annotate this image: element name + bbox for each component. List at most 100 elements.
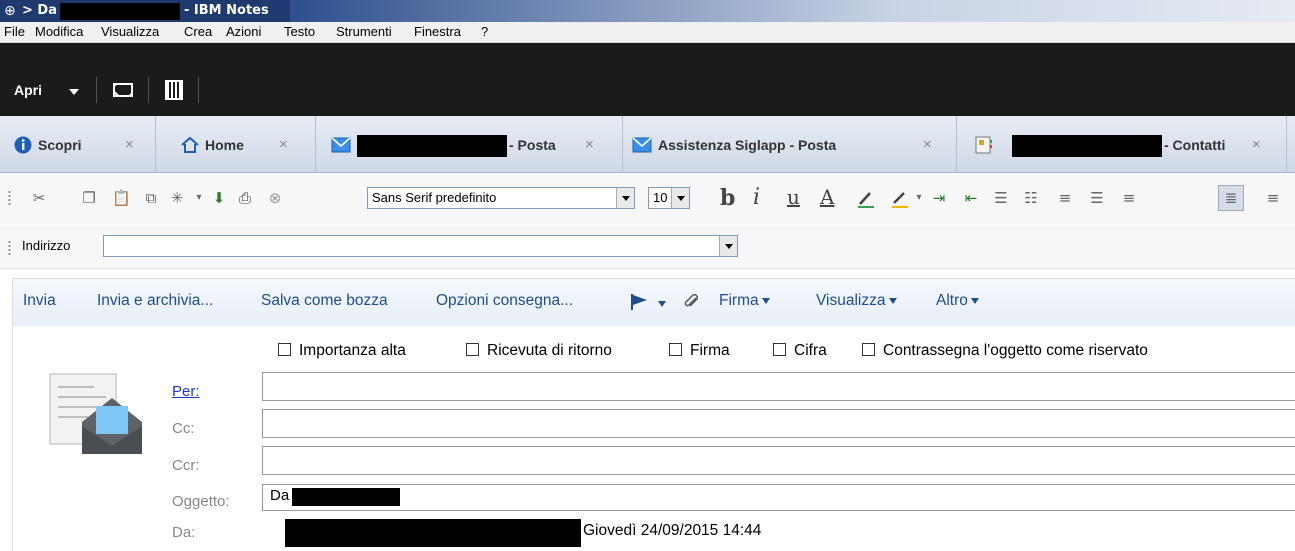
chevron-down-icon [761, 297, 770, 304]
tab-contatti[interactable]: - Contatti × [956, 116, 1287, 172]
tab-label: - Posta [509, 137, 556, 153]
chevron-down-icon[interactable] [616, 188, 634, 208]
menu-crea[interactable]: Crea [184, 24, 212, 40]
checkbox-icon[interactable] [669, 343, 682, 356]
send-archive-button[interactable]: Invia e archivia... [97, 292, 213, 310]
align-left-icon[interactable]: ≡ [1120, 189, 1138, 207]
highlight-icon[interactable] [890, 189, 910, 209]
high-importance-checkbox[interactable]: Importanza alta [278, 342, 406, 360]
subject-value: Da [270, 487, 290, 504]
subject-field-input[interactable] [262, 484, 1295, 511]
flag-icon[interactable] [630, 293, 650, 311]
tab-home[interactable]: Home × [155, 116, 316, 172]
align-right-icon[interactable]: ≡ [1264, 189, 1282, 207]
open-dropdown-arrow-icon[interactable] [69, 89, 79, 95]
action-bar: Apri [0, 43, 1295, 116]
menu-modifica[interactable]: Modifica [35, 24, 83, 40]
separator [96, 77, 97, 103]
chevron-down-icon[interactable] [671, 188, 689, 208]
to-field-label[interactable]: Per: [172, 383, 200, 400]
align-center-icon[interactable]: ≡ [1056, 189, 1074, 207]
bullet-list-icon[interactable]: ☰ [992, 189, 1010, 207]
delivery-options-button[interactable]: Opzioni consegna... [436, 292, 573, 310]
checkbox-icon[interactable] [278, 343, 291, 356]
redacted-block [60, 3, 180, 20]
chevron-down-icon[interactable] [719, 236, 737, 256]
save-download-icon[interactable]: ⬇ [210, 189, 228, 207]
checkbox-icon[interactable] [466, 343, 479, 356]
from-field-label: Da: [172, 524, 196, 541]
font-size-select[interactable]: 10 [648, 187, 690, 209]
menu-strumenti[interactable]: Strumenti [336, 24, 392, 40]
paste-special-icon[interactable]: ⧉ [142, 189, 160, 207]
numbered-list-icon[interactable]: ☷ [1022, 189, 1040, 207]
save-draft-button[interactable]: Salva come bozza [261, 292, 388, 310]
close-icon[interactable]: × [1252, 136, 1261, 153]
toolbar-grip[interactable] [8, 240, 11, 256]
sign-checkbox[interactable]: Firma [669, 342, 730, 360]
italic-button[interactable]: i [753, 185, 760, 210]
outdent-icon[interactable]: ⇤ [962, 189, 980, 207]
to-field-input[interactable] [262, 372, 1295, 401]
new-document-icon[interactable]: ✳ [168, 189, 186, 207]
new-dropdown-icon[interactable]: ▾ [190, 189, 208, 207]
font-family-select[interactable]: Sans Serif predefinito [367, 187, 635, 209]
checkbox-icon[interactable] [773, 343, 786, 356]
send-button[interactable]: Invia [23, 292, 56, 310]
menu-testo[interactable]: Testo [284, 24, 315, 40]
home-icon [181, 136, 199, 153]
paperclip-icon[interactable] [683, 293, 701, 311]
signature-menu[interactable]: Firma [719, 292, 770, 310]
cut-icon[interactable]: ✂ [30, 189, 48, 207]
tab-scopri[interactable]: Scopri × [0, 116, 156, 172]
view-menu[interactable]: Visualizza [816, 292, 897, 310]
tab-label: - Contatti [1164, 137, 1226, 153]
paste-icon[interactable]: 📋 [112, 189, 131, 207]
bold-button[interactable]: b [720, 185, 735, 211]
mail-icon[interactable] [113, 83, 133, 97]
bcc-field-input[interactable] [262, 446, 1295, 475]
separator [148, 77, 149, 103]
checkbox-icon[interactable] [862, 343, 875, 356]
more-menu[interactable]: Altro [936, 292, 979, 310]
indent-icon[interactable]: ⇥ [930, 189, 948, 207]
calendar-icon[interactable] [165, 80, 183, 100]
signature-label: Firma [719, 292, 759, 309]
print-icon[interactable]: ⎙ [236, 189, 254, 207]
close-icon[interactable]: × [923, 136, 932, 153]
menu-bar: File Modifica Visualizza Crea Azioni Tes… [0, 22, 1295, 43]
flag-dropdown-icon[interactable] [658, 301, 666, 307]
toolbar-grip[interactable] [8, 190, 11, 206]
close-icon[interactable]: × [279, 136, 288, 153]
cc-field-input[interactable] [262, 409, 1295, 438]
text-color-button[interactable]: A [820, 185, 834, 209]
return-receipt-checkbox[interactable]: Ricevuta di ritorno [466, 342, 612, 360]
menu-visualizza[interactable]: Visualizza [101, 24, 159, 40]
tab-assistenza[interactable]: Assistenza Siglapp - Posta × [622, 116, 957, 172]
close-icon[interactable]: × [585, 136, 594, 153]
menu-finestra[interactable]: Finestra [414, 24, 461, 40]
menu-help[interactable]: ? [481, 24, 488, 40]
stop-icon[interactable]: ⊗ [266, 189, 284, 207]
pen-icon[interactable] [856, 189, 876, 209]
window-title-prefix: > Da [22, 3, 57, 18]
formatting-toolbar: ✂ ❐ 📋 ⧉ ✳ ▾ ⬇ ⎙ ⊗ Sans Serif predefinito… [0, 173, 1295, 225]
confidential-checkbox[interactable]: Contrassegna l'oggetto come riservato [862, 342, 1148, 360]
highlight-dropdown-icon[interactable]: ▾ [910, 189, 928, 207]
menu-azioni[interactable]: Azioni [226, 24, 261, 40]
open-button[interactable]: Apri [14, 79, 42, 101]
chevron-down-icon [888, 297, 897, 304]
close-icon[interactable]: × [125, 136, 134, 153]
align-justify-icon[interactable]: ☰ [1088, 189, 1106, 207]
copy-icon[interactable]: ❐ [80, 189, 98, 207]
sent-date-value: Giovedì 24/09/2015 14:44 [583, 522, 762, 539]
encrypt-checkbox[interactable]: Cifra [773, 342, 827, 360]
info-icon [14, 136, 32, 154]
tab-strip: Scopri × Home × - Posta × Assistenza Sig… [0, 116, 1295, 173]
menu-file[interactable]: File [4, 24, 25, 40]
tab-mail[interactable]: - Posta × [315, 116, 623, 172]
redacted-block [1012, 135, 1162, 157]
redacted-block [292, 488, 400, 506]
underline-button[interactable]: u [787, 185, 800, 209]
address-input[interactable] [103, 235, 738, 257]
